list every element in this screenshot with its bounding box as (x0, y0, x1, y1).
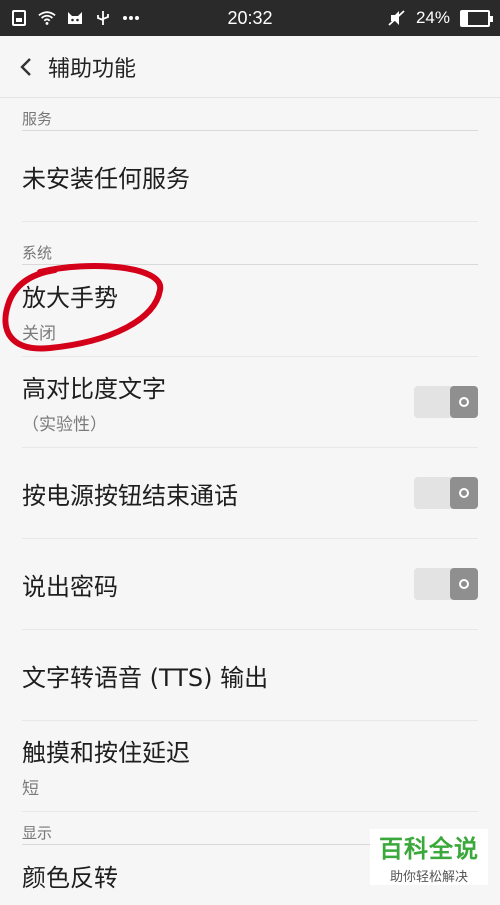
sim-card-icon (10, 9, 28, 27)
notification-app-icon (66, 9, 84, 27)
item-title: 按电源按钮结束通话 (22, 481, 238, 510)
item-title: 文字转语音 (TTS) 输出 (22, 663, 269, 692)
power-button-ends-call-toggle[interactable] (414, 477, 478, 509)
speak-passwords-toggle[interactable] (414, 568, 478, 600)
toggle-knob (450, 568, 478, 600)
watermark-title: 百科全说 (379, 835, 479, 863)
list-item-touch-hold-delay[interactable]: 触摸和按住延迟 短 (22, 721, 478, 812)
more-dots-icon (122, 9, 140, 27)
usb-icon (94, 9, 112, 27)
list-item-speak-passwords[interactable]: 说出密码 (22, 539, 478, 630)
item-title: 说出密码 (22, 572, 118, 601)
list-item-high-contrast-text[interactable]: 高对比度文字 （实验性） (22, 357, 478, 448)
page-title: 辅助功能 (48, 56, 137, 82)
toggle-knob (450, 386, 478, 418)
status-bar-right: 24% (388, 8, 493, 28)
list-item-tts-output[interactable]: 文字转语音 (TTS) 输出 (22, 630, 478, 721)
mute-icon (388, 9, 406, 27)
item-title: 高对比度文字 (22, 375, 166, 403)
item-subtitle: 关闭 (22, 323, 56, 344)
status-bar-left (10, 9, 140, 27)
back-arrow-icon[interactable] (12, 53, 40, 81)
toggle-knob (450, 477, 478, 509)
status-bar: 20:32 24% (0, 0, 500, 36)
battery-icon (460, 9, 493, 27)
item-title: 未安装任何服务 (22, 164, 190, 193)
list-item-magnification-gestures[interactable]: 放大手势 关闭 (22, 265, 478, 357)
wifi-icon (38, 9, 56, 27)
watermark-subtitle: 助你轻松解决 (389, 870, 468, 885)
section-header-services: 服务 (22, 98, 478, 131)
high-contrast-toggle[interactable] (414, 386, 478, 418)
item-title: 放大手势 (22, 283, 118, 312)
section-header-system: 系统 (22, 222, 478, 265)
page-header: 辅助功能 (0, 36, 500, 98)
battery-percentage: 24% (415, 8, 450, 27)
item-subtitle: 短 (22, 779, 39, 799)
item-subtitle: （实验性） (22, 415, 107, 435)
settings-list: 服务 未安装任何服务 系统 放大手势 关闭 高对比度文字 （实验性） 按电源按钮… (22, 98, 478, 905)
watermark-logo: 百科全说 助你轻松解决 (370, 829, 488, 885)
list-item-power-button-ends-call[interactable]: 按电源按钮结束通话 (22, 448, 478, 539)
item-title: 触摸和按住延迟 (22, 739, 190, 767)
list-item-no-services[interactable]: 未安装任何服务 (22, 131, 478, 222)
